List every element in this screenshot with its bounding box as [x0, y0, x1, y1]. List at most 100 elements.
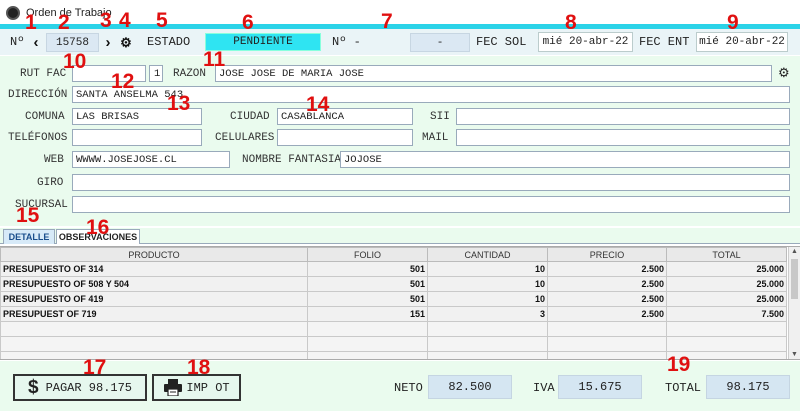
- numero-label: Nº: [10, 35, 25, 49]
- rut-input[interactable]: [72, 65, 146, 82]
- neto-value: 82.500: [428, 375, 512, 399]
- celulares-input[interactable]: [277, 129, 413, 146]
- grid-scrollbar[interactable]: ▲ ▼: [788, 247, 800, 359]
- estado-label: ESTADO: [147, 35, 191, 49]
- cell-cantidad: 10: [427, 291, 548, 307]
- cell-folio: 501: [307, 276, 428, 292]
- iva-label: IVA: [533, 381, 555, 395]
- window-title: Orden de Trabajo: [26, 7, 112, 19]
- web-label: WEB: [44, 154, 64, 166]
- imp-ot-button[interactable]: IMP OT: [152, 374, 241, 401]
- ciudad-input[interactable]: CASABLANCA: [277, 108, 413, 125]
- detail-grid: PRODUCTO FOLIO CANTIDAD PRECIO TOTAL PRE…: [0, 246, 800, 360]
- cell-producto: PRESUPUESTO OF 508 Y 504: [0, 276, 308, 292]
- fantasia-label: NOMBRE FANTASIA: [242, 154, 342, 166]
- cell-precio: 2.500: [547, 276, 667, 292]
- total-value: 98.175: [706, 375, 790, 399]
- table-row[interactable]: PRESUPUESTO OF 314 501 10 2.500 25.000: [0, 261, 787, 277]
- cell-producto: PRESUPUESTO OF 419: [0, 291, 308, 307]
- cell-total: 7.500: [666, 306, 787, 322]
- razon-input[interactable]: JOSE JOSE DE MARIA JOSE: [215, 65, 772, 82]
- col-producto[interactable]: PRODUCTO: [0, 247, 308, 262]
- razon-label: RAZON: [173, 68, 207, 80]
- tab-detalle[interactable]: DETALLE: [3, 229, 55, 244]
- estado-badge: PENDIENTE: [205, 33, 321, 51]
- table-row[interactable]: PRESUPUESTO OF 508 Y 504 501 10 2.500 25…: [0, 276, 787, 292]
- mail-input[interactable]: [456, 129, 790, 146]
- cell-total: 25.000: [666, 261, 787, 277]
- total-label: TOTAL: [665, 381, 702, 395]
- imp-ot-label: IMP OT: [186, 380, 230, 395]
- cell-cantidad: 10: [427, 276, 548, 292]
- direccion-input[interactable]: SANTA ANSELMA 543: [72, 86, 790, 103]
- dollar-icon: $: [28, 376, 39, 398]
- cell-total: 25.000: [666, 291, 787, 307]
- pagar-button[interactable]: $ PAGAR 98.175: [13, 374, 147, 401]
- sii-label: SII: [430, 111, 450, 123]
- table-row-empty[interactable]: [0, 351, 787, 359]
- scroll-thumb[interactable]: [791, 259, 798, 299]
- cell-precio: 2.500: [547, 306, 667, 322]
- tab-bar: DETALLE OBSERVACIONES: [0, 228, 800, 244]
- cell-precio: 2.500: [547, 291, 667, 307]
- mail-label: MAIL: [422, 132, 449, 144]
- fec-ent-label: FEC ENT: [639, 35, 690, 49]
- cell-total: 25.000: [666, 276, 787, 292]
- cell-cantidad: 10: [427, 261, 548, 277]
- title-bar: Orden de Trabajo: [0, 0, 800, 26]
- fec-ent-date[interactable]: mié 20-abr-22: [696, 32, 788, 52]
- table-row[interactable]: PRESUPUEST OF 719 151 3 2.500 7.500: [0, 306, 787, 322]
- giro-label: GIRO: [37, 177, 64, 189]
- col-cantidad[interactable]: CANTIDAD: [427, 247, 548, 262]
- cell-precio: 2.500: [547, 261, 667, 277]
- table-row-empty[interactable]: [0, 321, 787, 337]
- rut-dv-input[interactable]: 1: [149, 65, 163, 82]
- giro-input[interactable]: [72, 174, 790, 191]
- iva-value: 15.675: [558, 375, 642, 399]
- rut-label: RUT FAC: [20, 68, 67, 80]
- gear-icon[interactable]: ⚙: [118, 34, 134, 51]
- detail-table: PRODUCTO FOLIO CANTIDAD PRECIO TOTAL PRE…: [0, 247, 787, 359]
- col-folio[interactable]: FOLIO: [307, 247, 428, 262]
- pagar-label: PAGAR 98.175: [45, 380, 132, 395]
- footer-bar: $ PAGAR 98.175 IMP OT NETO 82.500 IVA 15…: [0, 361, 800, 411]
- client-form: RUT FAC 1 RAZON JOSE JOSE DE MARIA JOSE …: [0, 56, 800, 226]
- numero2-label: Nº -: [332, 35, 361, 49]
- telefonos-input[interactable]: [72, 129, 202, 146]
- direccion-label: DIRECCIÓN: [8, 89, 68, 101]
- tab-observaciones[interactable]: OBSERVACIONES: [56, 229, 140, 244]
- table-row-empty[interactable]: [0, 336, 787, 352]
- neto-label: NETO: [394, 381, 423, 395]
- cell-folio: 501: [307, 261, 428, 277]
- table-row[interactable]: PRESUPUESTO OF 419 501 10 2.500 25.000: [0, 291, 787, 307]
- cell-cantidad: 3: [427, 306, 548, 322]
- col-total[interactable]: TOTAL: [666, 247, 787, 262]
- cell-producto: PRESUPUESTO OF 314: [0, 261, 308, 277]
- fantasia-input[interactable]: JOJOSE: [340, 151, 790, 168]
- razon-gear-icon[interactable]: ⚙: [778, 65, 790, 81]
- printer-icon: [164, 379, 183, 396]
- comuna-label: COMUNA: [25, 111, 65, 123]
- numero-field[interactable]: 15758: [46, 33, 99, 52]
- cell-folio: 501: [307, 291, 428, 307]
- sucursal-input[interactable]: [72, 196, 790, 213]
- scroll-up-icon[interactable]: ▲: [791, 248, 798, 255]
- col-precio[interactable]: PRECIO: [547, 247, 667, 262]
- previous-icon[interactable]: ‹: [28, 34, 44, 51]
- ciudad-label: CIUDAD: [230, 111, 270, 123]
- next-icon[interactable]: ›: [100, 34, 116, 51]
- fec-sol-label: FEC SOL: [476, 35, 527, 49]
- fec-sol-date[interactable]: mié 20-abr-22: [538, 32, 633, 52]
- numero2-field[interactable]: -: [410, 33, 470, 52]
- celulares-label: CELULARES: [215, 132, 275, 144]
- app-icon: [6, 6, 20, 20]
- cell-folio: 151: [307, 306, 428, 322]
- comuna-input[interactable]: LAS BRISAS: [72, 108, 202, 125]
- telefonos-label: TELÉFONOS: [8, 132, 68, 144]
- header-bar: Nº ‹ 15758 › ⚙ ESTADO PENDIENTE Nº - - F…: [0, 29, 800, 55]
- cell-producto: PRESUPUEST OF 719: [0, 306, 308, 322]
- scroll-down-icon[interactable]: ▼: [791, 351, 798, 358]
- web-input[interactable]: WWWW.JOSEJOSE.CL: [72, 151, 230, 168]
- sii-input[interactable]: [456, 108, 790, 125]
- sucursal-label: SUCURSAL: [15, 199, 68, 211]
